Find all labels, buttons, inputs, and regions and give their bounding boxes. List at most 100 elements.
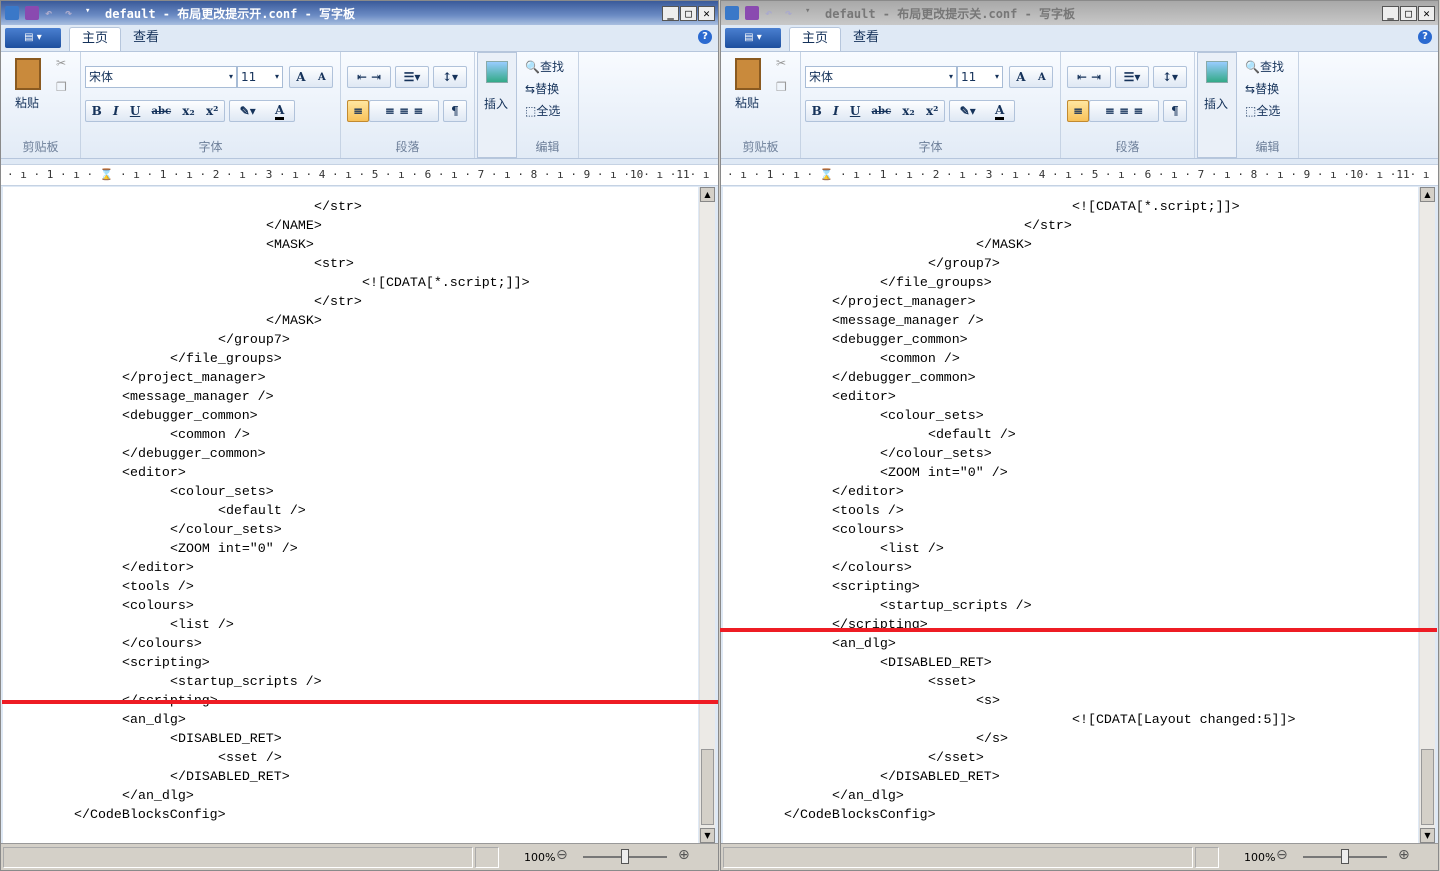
subscript-button[interactable]: x₂: [902, 104, 914, 118]
tab-view[interactable]: 查看: [121, 27, 171, 51]
tab-home[interactable]: 主页: [789, 27, 842, 51]
insert-group[interactable]: 插入: [1197, 52, 1237, 158]
document-area[interactable]: <![CDATA[*.script;]]> </str> </MASK> </grou…: [723, 187, 1418, 843]
align-buttons[interactable]: ≡ ≡ ≡: [1089, 100, 1159, 122]
ruler[interactable]: · ı · 1 · ı · ⌛ · ı · 1 · ı · 2 · ı · 3 …: [1, 164, 718, 186]
list-button[interactable]: ☰▾: [1115, 66, 1149, 88]
align-left-button[interactable]: ≡: [347, 100, 369, 122]
replace-button[interactable]: ⇆替换: [525, 80, 559, 97]
find-button[interactable]: 🔍查找: [1245, 58, 1284, 75]
superscript-button[interactable]: x²: [206, 104, 218, 118]
undo-icon[interactable]: ↶: [765, 6, 779, 20]
select-all-button[interactable]: ⬚全选: [1245, 102, 1280, 119]
line-spacing-button[interactable]: ↕▾: [433, 66, 467, 88]
select-all-button[interactable]: ⬚全选: [525, 102, 560, 119]
app-menu-button[interactable]: ▤ ▾: [725, 28, 781, 48]
save-icon[interactable]: [25, 6, 39, 20]
bold-button[interactable]: B: [92, 104, 102, 118]
maximize-button[interactable]: □: [1400, 5, 1417, 21]
shrink-font-button[interactable]: A: [318, 72, 326, 83]
scroll-up-button[interactable]: ▲: [1420, 187, 1435, 202]
shrink-font-button[interactable]: A: [1038, 72, 1046, 83]
zoom-out-button[interactable]: ⊖: [1276, 847, 1288, 863]
minimize-button[interactable]: _: [1382, 5, 1399, 21]
indent-buttons[interactable]: ⇤ ⇥: [1067, 66, 1111, 88]
superscript-button[interactable]: x²: [926, 104, 938, 118]
editing-group: 🔍查找 ⇆替换 ⬚全选 编辑: [1237, 52, 1299, 158]
help-icon[interactable]: ?: [1418, 30, 1432, 44]
insert-group[interactable]: 插入: [477, 52, 517, 158]
insert-button[interactable]: 插入: [484, 95, 508, 112]
scroll-thumb[interactable]: [701, 749, 714, 825]
underline-button[interactable]: U: [130, 104, 140, 118]
align-left-button[interactable]: ≡: [1067, 100, 1089, 122]
tab-home[interactable]: 主页: [69, 27, 122, 51]
redo-icon[interactable]: ↷: [785, 6, 799, 20]
font-size-select[interactable]: 11 ▾: [957, 66, 1003, 88]
copy-icon[interactable]: ❐: [776, 80, 787, 94]
replace-button[interactable]: ⇆替换: [1245, 80, 1279, 97]
cut-icon[interactable]: ✂: [776, 56, 786, 70]
ruler[interactable]: · ı · 1 · ı · ⌛ · ı · 1 · ı · 2 · ı · 3 …: [721, 164, 1438, 186]
customize-qat-icon[interactable]: ▾: [85, 6, 99, 20]
paragraph-settings-button[interactable]: ¶: [1163, 100, 1187, 122]
font-grow-shrink[interactable]: AA: [1009, 66, 1053, 88]
save-icon[interactable]: [745, 6, 759, 20]
zoom-out-button[interactable]: ⊖: [556, 847, 568, 863]
vertical-scrollbar[interactable]: ▲ ▼: [1419, 187, 1435, 843]
font-color-button[interactable]: A: [275, 103, 285, 120]
customize-qat-icon[interactable]: ▾: [805, 6, 819, 20]
italic-button[interactable]: I: [113, 104, 119, 118]
font-grow-shrink[interactable]: AA: [289, 66, 333, 88]
maximize-button[interactable]: □: [680, 5, 697, 21]
scroll-down-button[interactable]: ▼: [1420, 828, 1435, 843]
document-area[interactable]: </str> </NAME> <MASK> <str> <![CDATA[*.scrip…: [3, 187, 698, 843]
zoom-slider-thumb[interactable]: [1341, 849, 1349, 864]
italic-button[interactable]: I: [833, 104, 839, 118]
tab-view[interactable]: 查看: [841, 27, 891, 51]
list-button[interactable]: ☰▾: [395, 66, 429, 88]
bold-button[interactable]: B: [812, 104, 822, 118]
insert-button[interactable]: 插入: [1204, 95, 1228, 112]
font-size-select[interactable]: 11 ▾: [237, 66, 283, 88]
font-name-select[interactable]: 宋体 ▾: [85, 66, 237, 88]
line-spacing-button[interactable]: ↕▾: [1153, 66, 1187, 88]
paste-icon[interactable]: [735, 58, 761, 90]
help-icon[interactable]: ?: [698, 30, 712, 44]
scroll-up-button[interactable]: ▲: [700, 187, 715, 202]
font-name-select[interactable]: 宋体 ▾: [805, 66, 957, 88]
paste-button[interactable]: 粘贴: [15, 94, 39, 111]
scroll-down-button[interactable]: ▼: [700, 828, 715, 843]
find-button[interactable]: 🔍查找: [525, 58, 564, 75]
document-line: </DISABLED_RET>: [170, 769, 290, 784]
zoom-slider-thumb[interactable]: [621, 849, 629, 864]
paste-icon[interactable]: [15, 58, 41, 90]
strikethrough-button[interactable]: abc: [872, 106, 892, 117]
undo-icon[interactable]: ↶: [45, 6, 59, 20]
close-button[interactable]: ✕: [1418, 5, 1435, 21]
highlight-icon[interactable]: ✎▾: [960, 104, 976, 118]
zoom-in-button[interactable]: ⊕: [678, 847, 690, 863]
vertical-scrollbar[interactable]: ▲ ▼: [699, 187, 715, 843]
font-color-button[interactable]: A: [995, 103, 1005, 120]
scroll-thumb[interactable]: [1421, 749, 1434, 825]
zoom-in-button[interactable]: ⊕: [1398, 847, 1410, 863]
align-buttons[interactable]: ≡ ≡ ≡: [369, 100, 439, 122]
copy-icon[interactable]: ❐: [56, 80, 67, 94]
close-button[interactable]: ✕: [698, 5, 715, 21]
underline-button[interactable]: U: [850, 104, 860, 118]
title-bar[interactable]: ↶ ↷ ▾ default - 布局更改提示关.conf - 写字板 _ □ ✕: [721, 1, 1438, 25]
grow-font-button[interactable]: A: [1016, 70, 1025, 84]
title-bar[interactable]: ↶ ↷ ▾ default - 布局更改提示开.conf - 写字板 _ □ ✕: [1, 1, 718, 25]
indent-buttons[interactable]: ⇤ ⇥: [347, 66, 391, 88]
grow-font-button[interactable]: A: [296, 70, 305, 84]
highlight-icon[interactable]: ✎▾: [240, 104, 256, 118]
minimize-button[interactable]: _: [662, 5, 679, 21]
redo-icon[interactable]: ↷: [65, 6, 79, 20]
strikethrough-button[interactable]: abc: [152, 106, 172, 117]
paragraph-settings-button[interactable]: ¶: [443, 100, 467, 122]
app-menu-button[interactable]: ▤ ▾: [5, 28, 61, 48]
subscript-button[interactable]: x₂: [182, 104, 194, 118]
paste-button[interactable]: 粘贴: [735, 94, 759, 111]
cut-icon[interactable]: ✂: [56, 56, 66, 70]
